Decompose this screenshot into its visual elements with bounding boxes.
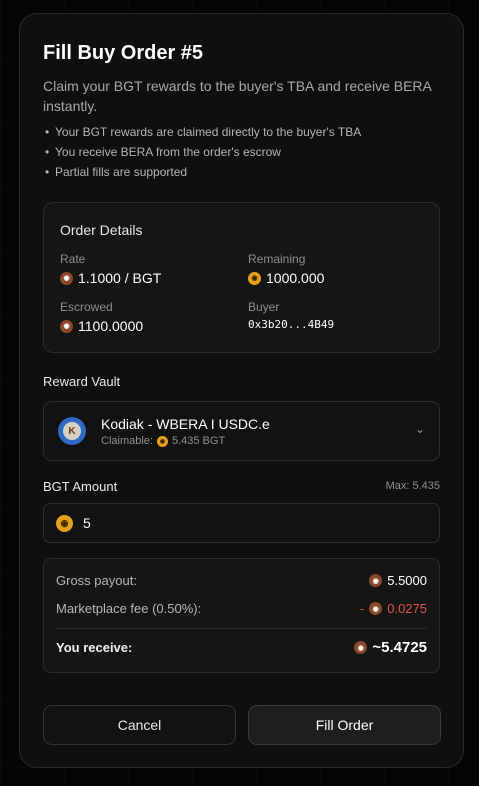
you-receive-value: ~5.4725 [372, 639, 427, 656]
marketplace-fee-value: 0.0275 [387, 601, 427, 616]
bera-token-icon: ◉ [60, 319, 73, 333]
bera-token-icon: ◉ [369, 602, 383, 615]
you-receive-row: You receive: ◉ ~5.4725 [56, 639, 427, 656]
summary-divider [56, 628, 427, 629]
info-bullets: • Your BGT rewards are claimed directly t… [45, 122, 361, 182]
gross-payout-value: 5.5000 [387, 573, 427, 588]
cancel-button[interactable]: Cancel [43, 705, 236, 745]
bgt-amount-label: BGT Amount [43, 479, 118, 494]
claimable-value: 5.435 BGT [171, 435, 226, 447]
marketplace-fee-row: Marketplace fee (0.50%): - ◉ 0.0275 [56, 601, 427, 616]
modal-subtitle: Claim your BGT rewards to the buyer's TB… [43, 78, 432, 114]
escrowed-label: Escrowed [60, 300, 113, 314]
vault-claimable: Claimable: ◉ 5.435 BGT [101, 435, 225, 447]
bullet-item: • You receive BERA from the order's escro… [45, 145, 281, 159]
fill-order-button[interactable]: Fill Order [248, 705, 441, 745]
buyer-cell: Buyer 0x3b20...4B49 [248, 300, 334, 331]
remaining-label: Remaining [248, 252, 306, 266]
rate-value: 1.1000 / BGT [78, 270, 162, 286]
payout-summary: Gross payout: ◉ 5.5000 Marketplace fee (… [43, 558, 440, 673]
bgt-token-icon: ◉ [248, 271, 261, 285]
bgt-amount-input[interactable] [81, 514, 385, 532]
bullet-item: • Your BGT rewards are claimed directly t… [45, 125, 362, 139]
chevron-down-icon[interactable]: ⌄ [415, 422, 425, 436]
bgt-amount-field[interactable]: ◉ [43, 503, 440, 543]
buyer-address[interactable]: 0x3b20...4B49 [248, 318, 334, 331]
order-details-heading: Order Details [60, 222, 143, 238]
fill-order-modal: Fill Buy Order #5 Claim your BGT rewards… [19, 13, 464, 768]
bgt-token-icon: ◉ [156, 435, 168, 447]
escrowed-cell: Escrowed ◉ 1100.0000 [60, 300, 143, 334]
claimable-label: Claimable: [101, 435, 153, 447]
bera-token-icon: ◉ [60, 271, 73, 285]
gross-payout-label: Gross payout: [56, 573, 137, 588]
reward-vault-select[interactable]: K Kodiak - WBERA I USDC.e Claimable: ◉ 5… [43, 401, 440, 461]
gross-payout-row: Gross payout: ◉ 5.5000 [56, 573, 427, 588]
remaining-cell: Remaining ◉ 1000.000 [248, 252, 324, 286]
modal-title: Fill Buy Order #5 [43, 42, 204, 64]
buyer-label: Buyer [248, 300, 280, 314]
escrowed-value: 1100.0000 [78, 318, 144, 334]
marketplace-fee-label: Marketplace fee (0.50%): [56, 601, 202, 616]
reward-vault-label: Reward Vault [43, 374, 121, 389]
bullet-item: • Partial fills are supported [45, 165, 188, 179]
you-receive-label: You receive: [56, 640, 133, 655]
bera-token-icon: ◉ [354, 641, 368, 654]
bera-token-icon: ◉ [369, 574, 383, 587]
kodiak-vault-icon: K [58, 417, 86, 445]
max-amount[interactable]: Max: 5.435 [386, 480, 440, 492]
bgt-token-icon: ◉ [56, 514, 73, 532]
remaining-value: 1000.000 [266, 270, 325, 286]
vault-name: Kodiak - WBERA I USDC.e [101, 416, 270, 432]
order-details-card: Order Details Rate ◉ 1.1000 / BGT Remain… [43, 202, 440, 353]
rate-label: Rate [60, 252, 86, 266]
rate-cell: Rate ◉ 1.1000 / BGT [60, 252, 161, 286]
fee-minus-sign: - [359, 601, 365, 616]
